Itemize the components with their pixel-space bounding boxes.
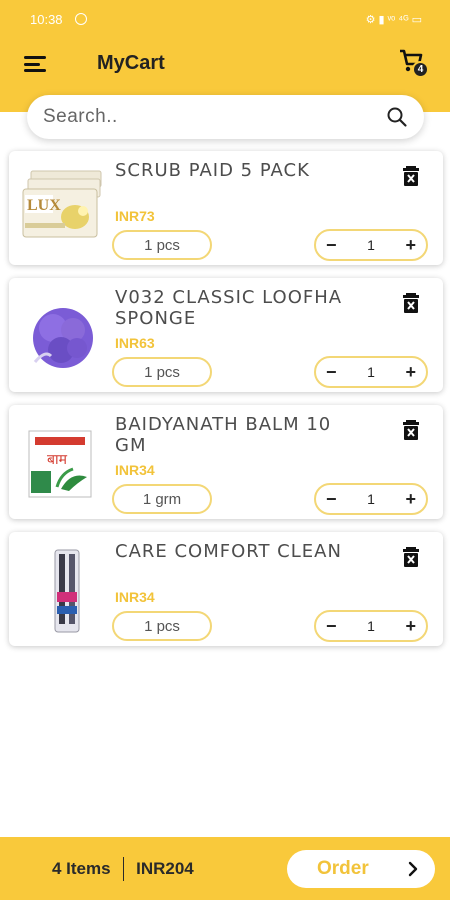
status-app-icon [74,13,87,25]
quantity-stepper: − 1 + [314,483,428,515]
search-bar [27,95,424,139]
items-count: 4 Items [52,859,111,878]
product-image-toothbrush [54,549,80,633]
summary-divider [122,857,125,881]
status-indicators: ⚙ ▮ ᵛᵒ ⁴ᴳ ▭ [365,13,422,26]
page-title: MyCart [97,52,165,74]
quantity-stepper: − 1 + [314,356,428,388]
delete-icon[interactable] [401,292,421,314]
product-image-loofah [33,308,93,368]
item-name: V032 CLASSIC LOOFHA SPONGE [115,287,343,329]
decrease-button[interactable]: − [326,490,337,508]
status-bar: 10:38 ⚙ ▮ ᵛᵒ ⁴ᴳ ▭ [0,0,450,38]
delete-icon[interactable] [401,419,421,441]
unit-selector[interactable]: 1 pcs [112,611,212,641]
item-name: CARE COMFORT CLEAN [115,541,342,562]
status-time: 10:38 [30,11,63,27]
svg-text:बाम: बाम [47,452,68,468]
delete-icon[interactable] [401,546,421,568]
item-name: BAIDYANATH BALM 10 GM [115,414,332,456]
unit-selector[interactable]: 1 pcs [112,357,212,387]
decrease-button[interactable]: − [326,617,337,635]
item-price: INR73 [115,208,155,224]
cart-icon[interactable]: 4 [398,48,432,82]
item-price: INR63 [115,335,155,351]
search-icon[interactable] [386,106,408,128]
svg-text:LUX: LUX [27,197,61,214]
order-button-label: Order [317,858,369,879]
item-price: INR34 [115,462,155,478]
quantity-value: 1 [367,618,375,634]
increase-button[interactable]: + [405,617,416,635]
cart-item-card: CARE COMFORT CLEAN INR34 1 pcs − 1 + [9,532,443,646]
checkout-bar: 4 Items INR204 Order [0,837,450,900]
unit-selector[interactable]: 1 grm [112,484,212,514]
delete-icon[interactable] [401,165,421,187]
product-image-soap-pack: LUX [22,170,102,238]
app-bar: MyCart 4 [0,40,450,90]
decrease-button[interactable]: − [326,236,337,254]
quantity-value: 1 [367,237,375,253]
search-input[interactable] [43,106,386,128]
item-price: INR34 [115,589,155,605]
unit-selector[interactable]: 1 pcs [112,230,212,260]
cart-total: INR204 [136,859,194,878]
quantity-value: 1 [367,364,375,380]
increase-button[interactable]: + [405,236,416,254]
cart-summary: 4 Items INR204 [52,857,194,881]
increase-button[interactable]: + [405,363,416,381]
order-button[interactable]: Order [287,850,435,888]
cart-item-card: V032 CLASSIC LOOFHA SPONGE INR63 1 pcs −… [9,278,443,392]
cart-item-card: बाम BAIDYANATH BALM 10 GM INR34 1 grm − … [9,405,443,519]
cart-count-badge: 4 [412,61,429,78]
increase-button[interactable]: + [405,490,416,508]
quantity-stepper: − 1 + [314,229,428,261]
chevron-right-icon [408,861,418,877]
product-image-balm: बाम [28,430,92,498]
quantity-value: 1 [367,491,375,507]
quantity-stepper: − 1 + [314,610,428,642]
cart-item-card: LUX SCRUB PAID 5 PACK INR73 1 pcs − 1 + [9,151,443,265]
decrease-button[interactable]: − [326,363,337,381]
item-name: SCRUB PAID 5 PACK [115,160,310,181]
menu-icon[interactable] [24,56,46,72]
